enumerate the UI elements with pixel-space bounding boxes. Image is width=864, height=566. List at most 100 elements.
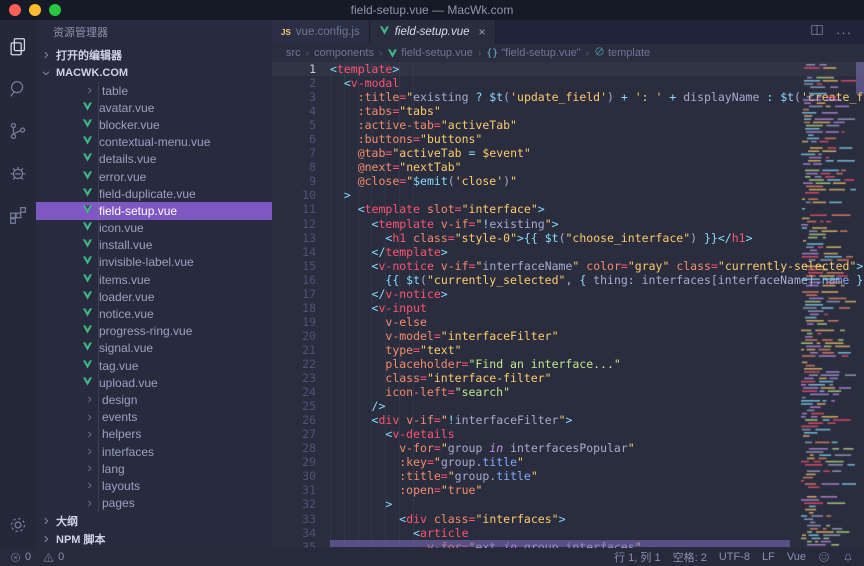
tree-item-install.vue[interactable]: install.vue: [36, 237, 272, 254]
npm-scripts-label: NPM 脚本: [56, 531, 106, 547]
status-error-icon[interactable]: 0: [10, 551, 31, 563]
tab-bar: JSvue.config.jsfield-setup.vue× ···: [272, 20, 864, 44]
breadcrumb-separator: ›: [379, 48, 382, 59]
tree-item-interfaces[interactable]: interfaces: [36, 443, 272, 460]
breadcrumb-item-src[interactable]: src: [286, 47, 301, 59]
tree-item-helpers[interactable]: helpers: [36, 426, 272, 443]
zoom-window-button[interactable]: [49, 4, 61, 16]
tree-item-signal.vue[interactable]: signal.vue: [36, 340, 272, 357]
extensions-icon[interactable]: [0, 194, 36, 236]
code-line-15: 15 <v-notice v-if="interfaceName" color=…: [272, 259, 864, 273]
line-number: 12: [272, 217, 316, 231]
status-LF[interactable]: LF: [762, 551, 775, 563]
status-Vue[interactable]: Vue: [787, 551, 806, 563]
tree-item-table[interactable]: table: [36, 82, 272, 99]
tree-item-label: helpers: [102, 427, 141, 441]
line-number: 17: [272, 287, 316, 301]
npm-scripts-section[interactable]: NPM 脚本: [36, 530, 272, 548]
code-editor[interactable]: 1<template>2 <v-modal3 :title="existing …: [272, 62, 864, 548]
debug-icon[interactable]: [0, 152, 36, 194]
close-window-button[interactable]: [9, 4, 21, 16]
code-line-28: 28 v-for="group in interfacesPopular": [272, 441, 864, 455]
tab-label: vue.config.js: [296, 26, 360, 38]
vertical-scrollbar[interactable]: [856, 62, 864, 548]
horizontal-scrollbar-slider[interactable]: [330, 540, 790, 547]
status-feedback-icon[interactable]: [818, 551, 830, 563]
vue-file-icon: [82, 359, 93, 373]
breadcrumb-item-field-setup.vue[interactable]: field-setup.vue: [387, 47, 473, 59]
tree-item-label: table: [102, 84, 128, 98]
vue-file-icon: [82, 221, 93, 235]
chevron-right-icon: [39, 532, 53, 546]
settings-gear-icon[interactable]: [0, 504, 36, 546]
breadcrumb-item-field-setup.vue[interactable]: {}"field-setup.vue": [486, 47, 580, 59]
code-line-27: 27 <v-details: [272, 427, 864, 441]
minimize-window-button[interactable]: [29, 4, 41, 16]
vertical-scrollbar-slider[interactable]: [856, 62, 864, 94]
line-number: 18: [272, 301, 316, 315]
tree-item-avatar.vue[interactable]: avatar.vue: [36, 99, 272, 116]
tree-item-upload.vue[interactable]: upload.vue: [36, 374, 272, 391]
tree-item-label: upload.vue: [99, 376, 158, 390]
tree-item-events[interactable]: events: [36, 409, 272, 426]
explorer-icon[interactable]: [0, 26, 36, 68]
tree-item-details.vue[interactable]: details.vue: [36, 151, 272, 168]
code-line-2: 2 <v-modal: [272, 76, 864, 90]
tab-vue.config.js[interactable]: JSvue.config.js: [272, 20, 370, 44]
outline-section[interactable]: 大纲: [36, 512, 272, 530]
breadcrumb-item-template[interactable]: template: [594, 46, 650, 60]
tree-item-field-setup.vue[interactable]: field-setup.vue: [36, 202, 272, 219]
breadcrumb-item-components[interactable]: components: [314, 47, 374, 59]
tree-item-blocker.vue[interactable]: blocker.vue: [36, 116, 272, 133]
status-bell-icon[interactable]: [842, 551, 854, 563]
search-icon[interactable]: [0, 68, 36, 110]
status-warning-icon[interactable]: 0: [43, 551, 64, 563]
tree-item-tag.vue[interactable]: tag.vue: [36, 357, 272, 374]
tree-item-label: lang: [102, 462, 125, 476]
chevron-right-icon: [82, 479, 96, 493]
tree-item-field-duplicate.vue[interactable]: field-duplicate.vue: [36, 185, 272, 202]
tree-item-label: interfaces: [102, 445, 154, 459]
tree-item-design[interactable]: design: [36, 391, 272, 408]
tree-item-layouts[interactable]: layouts: [36, 477, 272, 494]
tree-item-icon.vue[interactable]: icon.vue: [36, 220, 272, 237]
vue-file-icon: [82, 290, 93, 304]
open-editors-section[interactable]: 打开的编辑器: [36, 46, 272, 64]
status-空格: 2[interactable]: 空格: 2: [673, 549, 707, 565]
code-line-13: 13 <h1 class="style-0">{{ $t("choose_int…: [272, 231, 864, 245]
tree-item-items.vue[interactable]: items.vue: [36, 271, 272, 288]
status-行 1, 列 1[interactable]: 行 1, 列 1: [614, 549, 660, 565]
code-line-1: 1<template>: [272, 62, 864, 76]
project-root-section[interactable]: MACWK.COM: [36, 64, 272, 82]
tab-field-setup.vue[interactable]: field-setup.vue×: [370, 20, 496, 44]
status-UTF-8[interactable]: UTF-8: [719, 551, 750, 563]
close-tab-icon[interactable]: ×: [479, 25, 486, 39]
tree-item-pages[interactable]: pages: [36, 495, 272, 512]
line-number: 22: [272, 357, 316, 371]
split-editor-icon[interactable]: [810, 23, 824, 42]
code-line-6: 6 :buttons="buttons": [272, 132, 864, 146]
tree-item-label: notice.vue: [99, 307, 154, 321]
vue-file-icon: [82, 341, 93, 355]
line-number: 21: [272, 343, 316, 357]
line-number: 14: [272, 245, 316, 259]
more-actions-icon[interactable]: ···: [836, 25, 852, 40]
tree-item-invisible-label.vue[interactable]: invisible-label.vue: [36, 254, 272, 271]
tree-item-label: loader.vue: [99, 290, 154, 304]
code-line-9: 9 @close="$emit('close')": [272, 174, 864, 188]
tree-item-notice.vue[interactable]: notice.vue: [36, 305, 272, 322]
tree-item-error.vue[interactable]: error.vue: [36, 168, 272, 185]
minimap[interactable]: [800, 62, 856, 548]
tree-item-contextual-menu.vue[interactable]: contextual-menu.vue: [36, 134, 272, 151]
tree-item-loader.vue[interactable]: loader.vue: [36, 288, 272, 305]
tree-item-label: invisible-label.vue: [99, 255, 194, 269]
line-number: 26: [272, 413, 316, 427]
tree-item-label: details.vue: [99, 152, 156, 166]
breadcrumb-separator: ›: [586, 48, 589, 59]
tree-item-label: field-setup.vue: [99, 204, 177, 218]
source-control-icon[interactable]: [0, 110, 36, 152]
tree-item-progress-ring.vue[interactable]: progress-ring.vue: [36, 323, 272, 340]
line-number: 10: [272, 188, 316, 202]
code-line-5: 5 :active-tab="activeTab": [272, 118, 864, 132]
tree-item-lang[interactable]: lang: [36, 460, 272, 477]
